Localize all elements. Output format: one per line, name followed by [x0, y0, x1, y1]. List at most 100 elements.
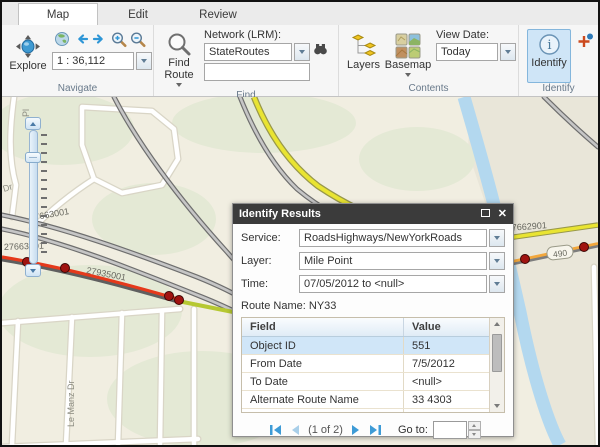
group-label-navigate: Navigate [6, 83, 149, 96]
route-input-value [204, 63, 310, 81]
group-label-identify: Identify [523, 83, 594, 96]
route-input-box[interactable] [204, 63, 310, 81]
table-row[interactable]: To Date <null> [242, 373, 504, 391]
time-value: 07/05/2012 to <null> [299, 275, 487, 293]
binoculars-icon [312, 42, 329, 63]
view-date-label: View Date: [436, 29, 516, 43]
group-navigate: Explore [2, 25, 154, 96]
map-zoom-slider [24, 117, 48, 279]
identify-button[interactable]: i Identify [527, 29, 571, 83]
service-dropdown-arrow[interactable] [489, 229, 505, 247]
svg-text:490: 490 [552, 248, 568, 260]
view-date-combobox[interactable]: Today [436, 43, 516, 61]
goto-label: Go to: [398, 424, 428, 436]
maximize-button[interactable] [481, 209, 490, 220]
identify-button-label: Identify [531, 57, 566, 69]
value-cell: 33 4303 [404, 394, 489, 406]
map-canvas[interactable]: 490 27663001 27663101 27935001 27662901 … [2, 97, 598, 445]
group-label-contents: Contents [343, 83, 514, 96]
app-window: Map Edit Review [0, 0, 600, 447]
spinner-down-button[interactable] [468, 430, 481, 439]
time-combobox[interactable]: 07/05/2012 to <null> [299, 275, 505, 293]
table-scrollbar[interactable] [489, 318, 504, 412]
route-name-row: Route Name: NY33 [241, 300, 505, 312]
close-button[interactable]: ✕ [498, 209, 507, 220]
layer-combobox[interactable]: Mile Point [299, 252, 505, 270]
network-lrm-value: StateRoutes [204, 43, 292, 61]
page-indicator: (1 of 2) [308, 424, 343, 436]
tab-review[interactable]: Review [178, 4, 258, 25]
layer-dropdown-arrow[interactable] [489, 252, 505, 270]
scale-combobox[interactable]: 1 : 36,112 [52, 52, 152, 70]
next-page-button[interactable] [351, 424, 361, 436]
tab-map[interactable]: Map [18, 3, 98, 25]
last-page-button[interactable] [369, 424, 382, 436]
spinner-down-icon [472, 433, 476, 436]
network-lrm-combobox[interactable]: StateRoutes [204, 43, 310, 61]
layers-button[interactable]: Layers [343, 30, 384, 74]
panel-titlebar[interactable]: Identify Results ✕ [233, 204, 513, 224]
maximize-icon [481, 209, 490, 217]
route-shield: 490 [546, 244, 573, 260]
zoom-slider-up-button[interactable] [25, 117, 41, 130]
find-route-label-2: Route [164, 69, 193, 81]
identify-route-location-button[interactable] [577, 33, 594, 54]
back-arrow-icon[interactable] [71, 30, 90, 48]
up-triangle-icon [30, 122, 36, 126]
scale-dropdown-arrow[interactable] [136, 52, 152, 70]
scroll-up-icon[interactable] [494, 322, 500, 326]
identify-icon: i [537, 32, 562, 57]
previous-page-button[interactable] [290, 424, 300, 436]
service-combobox[interactable]: RoadsHighways/NewYorkRoads [299, 229, 505, 247]
value-cell: 551 [404, 340, 489, 352]
tab-edit[interactable]: Edit [98, 4, 178, 25]
scrollbar-thumb[interactable] [492, 334, 502, 372]
field-column-header: Field [242, 318, 404, 336]
basemap-label: Basemap [385, 59, 431, 71]
layers-label: Layers [347, 59, 380, 71]
zoom-slider-handle[interactable] [25, 152, 41, 163]
route-location-crosshair-icon [577, 36, 594, 53]
find-route-magnifier-icon [166, 32, 192, 57]
basemap-button[interactable]: Basemap [384, 30, 432, 80]
table-row[interactable]: Object ID 551 [242, 337, 504, 355]
zoom-in-icon[interactable] [109, 30, 128, 48]
street-name-label: Pl [21, 109, 31, 117]
explore-label: Explore [9, 60, 46, 72]
value-column-header: Value [404, 321, 489, 333]
find-route-button[interactable]: Find Route [158, 29, 200, 90]
ribbon: Explore [2, 25, 598, 97]
table-row[interactable] [242, 409, 504, 413]
view-date-dropdown-arrow[interactable] [500, 43, 516, 61]
scale-value: 1 : 36,112 [52, 52, 134, 70]
spinner-up-icon [472, 424, 476, 427]
zoom-slider-track[interactable] [29, 130, 38, 264]
down-triangle-icon [30, 269, 36, 273]
route-name-value: NY33 [309, 300, 337, 312]
zoom-slider-down-button[interactable] [25, 264, 41, 277]
basemap-icon [395, 33, 421, 59]
table-header-row: Field Value [242, 318, 504, 337]
scroll-down-icon[interactable] [494, 404, 500, 408]
goto-page-input[interactable] [433, 421, 467, 439]
forward-arrow-icon[interactable] [90, 30, 109, 48]
find-route-caret-icon [176, 83, 182, 87]
service-value: RoadsHighways/NewYorkRoads [299, 229, 487, 247]
network-lrm-dropdown-arrow[interactable] [294, 43, 310, 61]
table-row[interactable]: Alternate Route Name 33 4303 [242, 391, 504, 409]
ribbon-tabbar: Map Edit Review [2, 2, 598, 25]
explore-button[interactable]: Explore [6, 31, 50, 75]
globe-icon[interactable] [52, 30, 71, 48]
field-cell: Object ID [242, 337, 404, 354]
table-row[interactable]: From Date 7/5/2012 [242, 355, 504, 373]
time-dropdown-arrow[interactable] [489, 275, 505, 293]
first-page-button[interactable] [269, 424, 282, 436]
find-binoculars-button[interactable] [310, 43, 330, 61]
time-label: Time: [241, 278, 299, 290]
service-label: Service: [241, 232, 299, 244]
field-cell: From Date [242, 355, 404, 372]
route-name-label: Route Name: [241, 300, 306, 312]
panel-title: Identify Results [239, 208, 321, 220]
spinner-up-button[interactable] [468, 421, 481, 430]
zoom-out-icon[interactable] [128, 30, 147, 48]
